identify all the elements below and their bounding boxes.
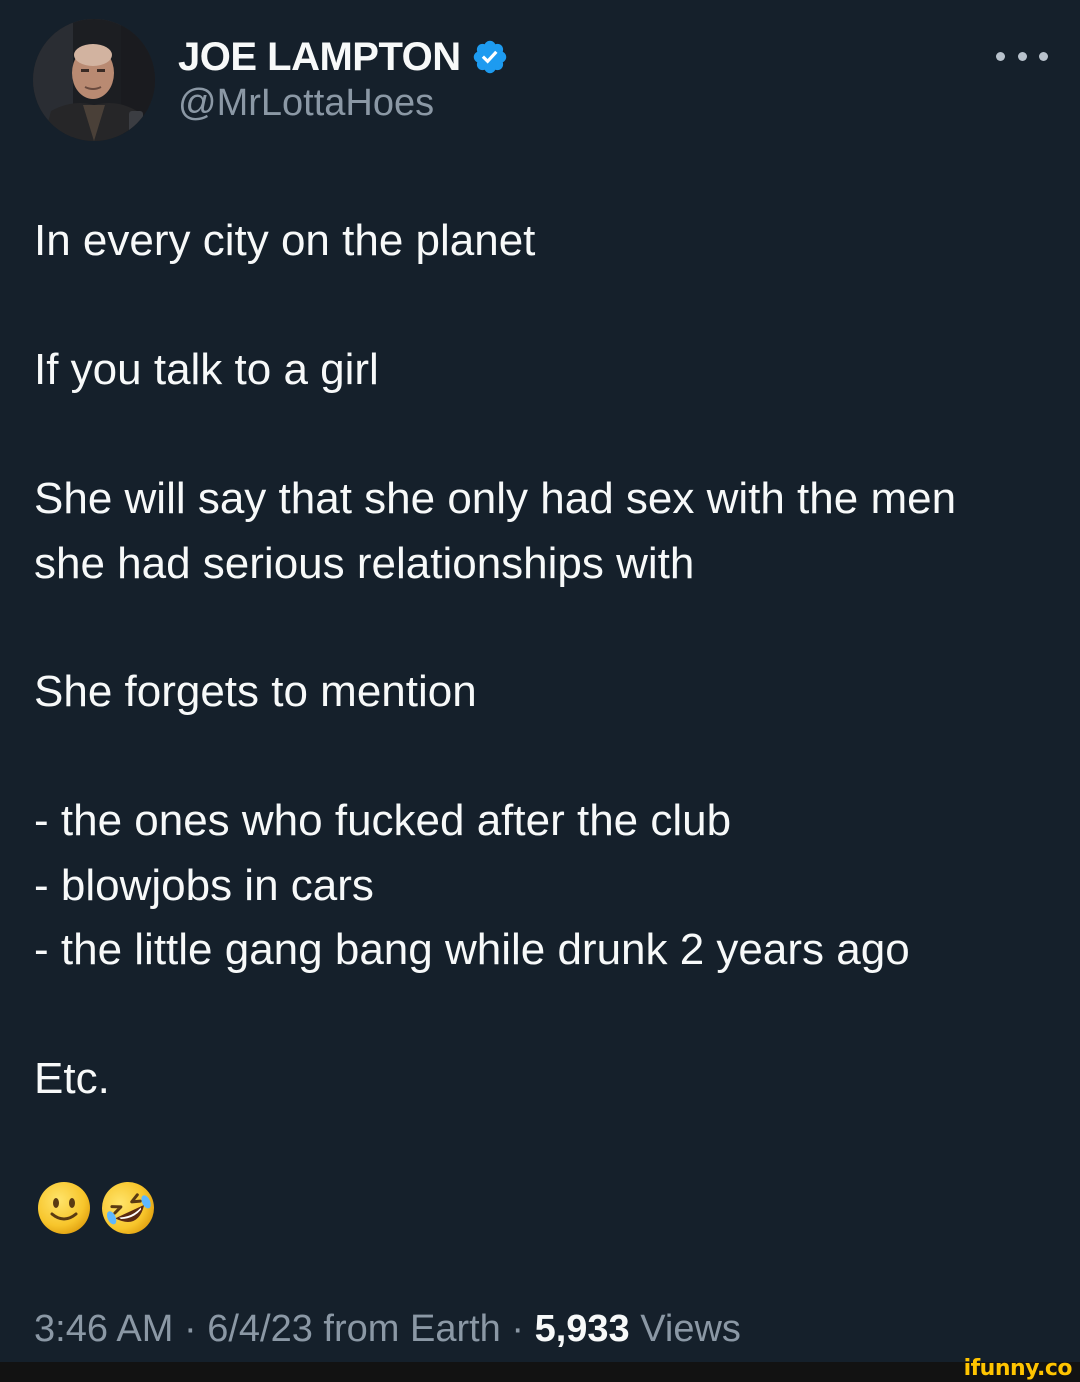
dot-icon	[996, 51, 1005, 61]
verified-badge-icon	[473, 40, 506, 74]
slightly-smiling-face-icon	[38, 1182, 90, 1234]
dot-icon	[1039, 51, 1048, 61]
tweet-text-line: She forgets to mention	[34, 667, 477, 716]
dot-icon	[1017, 51, 1027, 61]
emoji-row	[36, 1180, 156, 1236]
author-handle[interactable]: @MrLottaHoes	[178, 82, 434, 125]
meta-separator: ·	[183, 1308, 197, 1350]
author-name-row[interactable]: JOE LAMPTON	[178, 30, 509, 84]
tweet-date-source[interactable]: 6/4/23 from Earth	[207, 1308, 501, 1350]
display-name[interactable]: JOE LAMPTON	[178, 35, 461, 80]
meta-separator: ·	[511, 1308, 525, 1350]
more-options-icon[interactable]	[996, 44, 1048, 68]
tweet-time[interactable]: 3:46 AM	[34, 1308, 173, 1350]
tweet-text-line: - the little gang bang while drunk 2 yea…	[34, 925, 910, 974]
tweet-text-line: - blowjobs in cars	[34, 861, 374, 910]
tweet-text-line: - the ones who fucked after the club	[34, 796, 732, 845]
tweet-meta: 3:46 AM · 6/4/23 from Earth · 5,933 View…	[34, 1308, 741, 1351]
tweet-text-line: She will say that she only had sex with …	[34, 474, 957, 523]
avatar-image	[33, 19, 155, 141]
views-count: 5,933	[534, 1308, 630, 1350]
tweet-text-line: she had serious relationships with	[34, 539, 695, 588]
rolling-on-the-floor-laughing-icon	[102, 1182, 154, 1234]
tweet-text-line: In every city on the planet	[34, 216, 536, 265]
avatar[interactable]	[33, 19, 155, 141]
ifunny-watermark: ifunny.co	[963, 1356, 1073, 1381]
tweet-text-line: Etc.	[34, 1054, 110, 1103]
watermark-bar	[0, 1362, 1080, 1382]
tweet-text-line: If you talk to a girl	[34, 345, 379, 394]
views-label: Views	[640, 1308, 741, 1350]
tweet-card: JOE LAMPTON @MrLottaHoes In every city o…	[0, 0, 1080, 1362]
